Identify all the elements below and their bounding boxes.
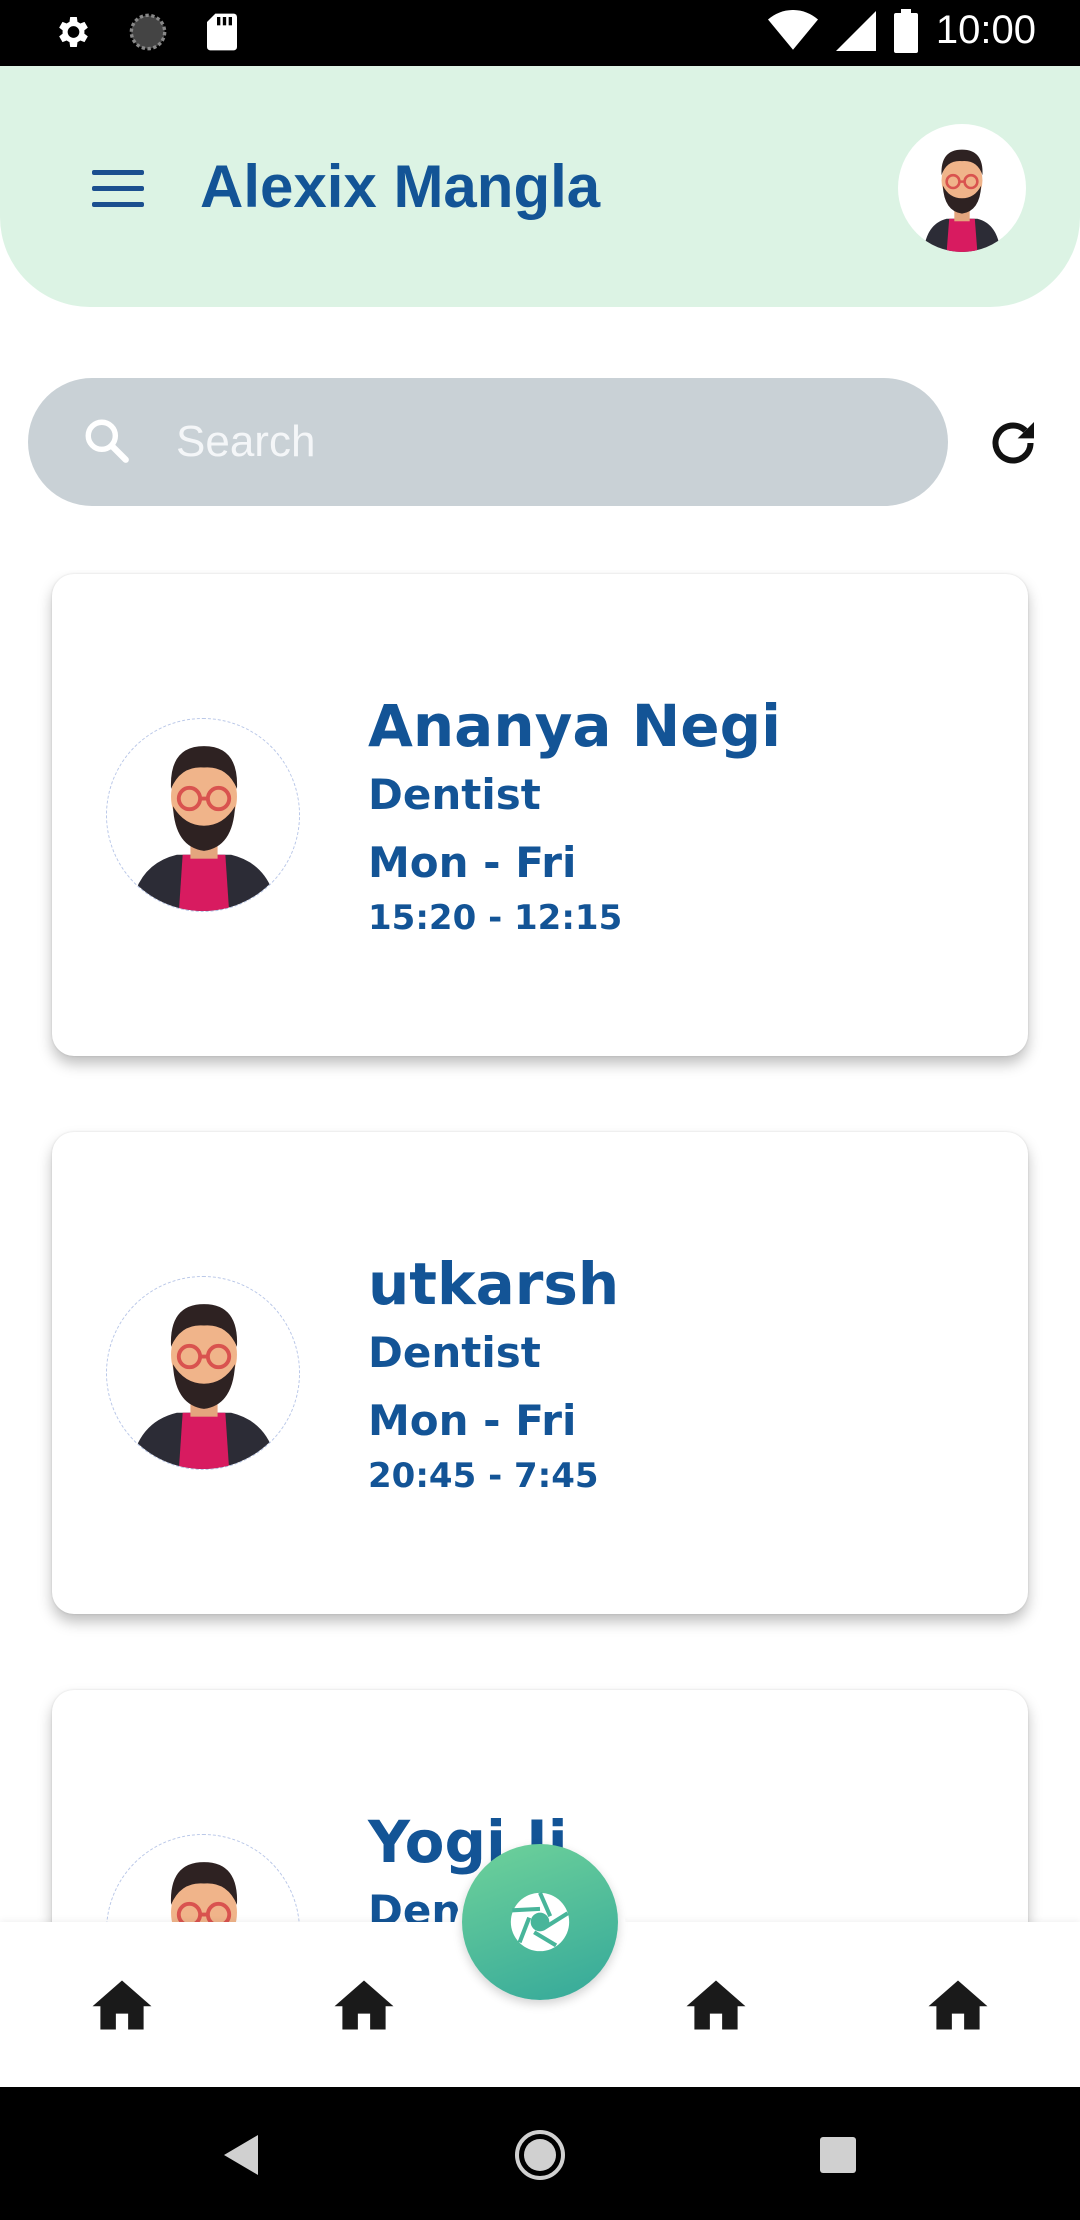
doctor-specialty: Dentist [368, 1328, 541, 1377]
search-bar[interactable] [28, 378, 948, 506]
wifi-icon [767, 9, 818, 50]
home-icon[interactable] [92, 1978, 152, 2032]
refresh-icon[interactable] [985, 415, 1041, 471]
back-icon[interactable] [224, 2135, 260, 2175]
sd-card-icon [207, 13, 237, 51]
camera-fab-button[interactable] [462, 1844, 618, 2000]
doctor-name: utkarsh [368, 1250, 620, 1318]
doctor-name: Ananya Negi [368, 692, 782, 760]
doctor-hours: 15:20 - 12:15 [368, 898, 623, 938]
battery-icon [893, 8, 918, 53]
doctor-days: Mon - Fri [368, 838, 577, 887]
doctor-specialty: Dentist [368, 770, 541, 819]
home-circle-icon[interactable] [514, 2129, 566, 2181]
camera-shutter-icon [510, 1892, 570, 1952]
status-time: 10:00 [935, 8, 1036, 52]
gear-icon [59, 17, 88, 47]
search-input[interactable] [176, 402, 896, 482]
doctor-hours: 20:45 - 7:45 [368, 1456, 599, 1496]
search-icon [85, 419, 129, 463]
user-name-title: Alexix Mangla [200, 153, 601, 220]
status-bar: 10:00 [0, 0, 1080, 66]
doctor-card[interactable]: utkarsh Dentist Mon - Fri 20:45 - 7:45 [52, 1132, 1028, 1614]
recents-icon[interactable] [820, 2137, 856, 2173]
profile-avatar[interactable] [898, 124, 1026, 252]
hamburger-menu-icon[interactable] [92, 170, 148, 210]
doctor-avatar [106, 718, 300, 912]
system-navigation-bar [0, 2087, 1080, 2220]
doctor-avatar [106, 1834, 300, 1922]
doctor-list: Ananya Negi Dentist Mon - Fri 15:20 - 12… [0, 570, 1080, 1922]
doctor-card[interactable]: Ananya Negi Dentist Mon - Fri 15:20 - 12… [52, 574, 1028, 1056]
loading-icon [129, 13, 167, 51]
app-header: Alexix Mangla [0, 66, 1080, 307]
home-icon[interactable] [334, 1978, 394, 2032]
signal-icon [835, 10, 876, 51]
home-icon[interactable] [686, 1978, 746, 2032]
doctor-days: Mon - Fri [368, 1396, 577, 1445]
home-icon[interactable] [928, 1978, 988, 2032]
doctor-avatar [106, 1276, 300, 1470]
